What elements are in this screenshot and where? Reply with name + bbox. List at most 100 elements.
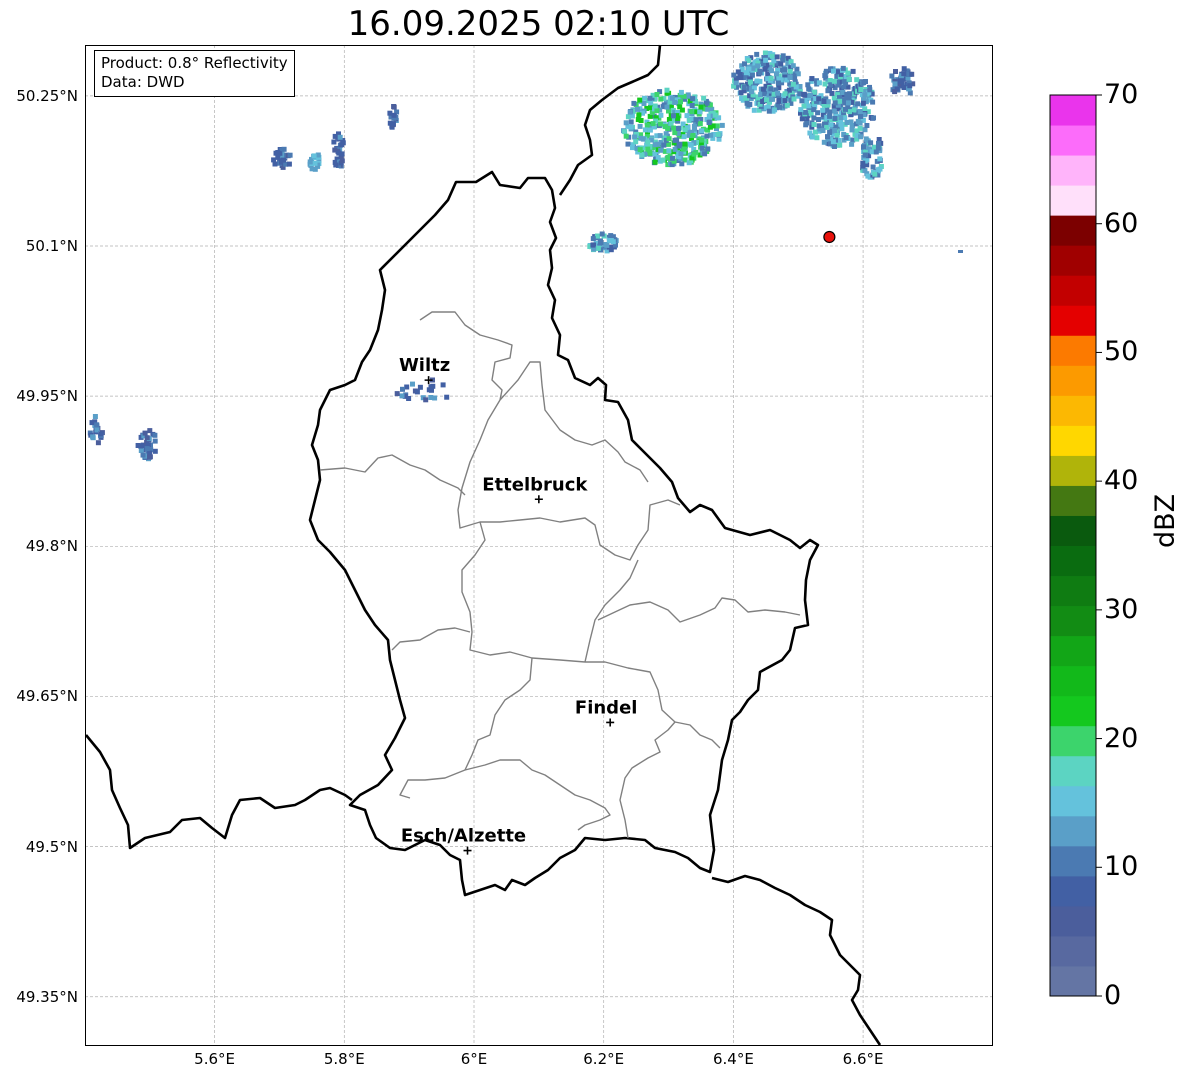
- data-source-label: Data: DWD: [101, 73, 185, 91]
- echo-pixel: [782, 91, 788, 97]
- city-marker-icon: [606, 718, 615, 727]
- canton-borders: [319, 311, 801, 839]
- echo-pixel: [635, 106, 640, 112]
- echo-pixel: [417, 384, 423, 390]
- echo-pixel: [676, 126, 681, 131]
- echo-pixel: [764, 97, 769, 103]
- echo-pixel: [697, 109, 703, 115]
- city-marker-icon: [534, 495, 543, 504]
- echo-pixel: [782, 67, 788, 73]
- colorbar-segment: [1050, 515, 1096, 546]
- echo-pixel: [889, 73, 895, 79]
- echo-pixel: [89, 420, 95, 426]
- colorbar-segment: [1050, 875, 1096, 907]
- echo-pixel: [832, 116, 838, 121]
- echo-pixel: [805, 82, 811, 88]
- echo-pixel: [428, 384, 434, 390]
- echo-pixel: [877, 156, 883, 162]
- map-frame: [85, 45, 993, 1046]
- echo-pixel: [391, 104, 397, 110]
- echo-pixel: [590, 242, 596, 248]
- echo-pixel: [657, 121, 663, 127]
- colorbar-segment: [1050, 485, 1096, 516]
- echo-pixel: [693, 117, 699, 123]
- echo-pixel: [822, 73, 828, 79]
- colorbar-segment: [1050, 575, 1096, 607]
- echo-pixel: [769, 68, 774, 74]
- echo-pixel: [857, 109, 863, 114]
- radar-map: Wiltz Ettelbruck Findel Esch/Alzette: [84, 44, 1102, 1046]
- echo-pixel: [684, 113, 690, 119]
- echo-pixel: [827, 109, 833, 115]
- echo-pixel: [831, 78, 837, 84]
- lon-tick-label: 6°E: [460, 1050, 488, 1068]
- echo-pixel: [135, 443, 141, 448]
- colorbar-segment: [1050, 365, 1096, 396]
- colorbar-tick-label: 40: [1104, 465, 1139, 497]
- echo-pixel: [286, 161, 292, 167]
- lon-tick-label: 5.6°E: [194, 1050, 236, 1068]
- echo-pixel: [858, 87, 864, 92]
- echo-pixel: [790, 81, 796, 87]
- luxembourg-border: [308, 170, 820, 897]
- echo-pixel: [760, 86, 766, 92]
- lon-tick-label: 6.2°E: [583, 1050, 625, 1068]
- echo-pixel: [627, 109, 633, 115]
- echo-pixel: [688, 142, 694, 148]
- echo-pixel: [654, 92, 660, 97]
- echo-pixel: [768, 75, 774, 81]
- echo-pixel: [98, 431, 104, 437]
- echo-pixel: [747, 79, 753, 85]
- echo-pixel: [670, 155, 675, 161]
- echo-pixel: [590, 236, 596, 242]
- echo-pixel: [399, 393, 405, 399]
- echo-pixel: [820, 107, 826, 113]
- echo-pixel: [307, 159, 313, 165]
- lat-tick-label: 50.1°N: [25, 237, 78, 255]
- colorbar-segment: [1050, 125, 1096, 156]
- echo-pixel: [664, 87, 670, 93]
- radar-site-marker: [823, 230, 836, 244]
- echo-pixel: [839, 126, 845, 132]
- colorbar-tick-label: 0: [1104, 980, 1122, 1011]
- colorbar-tick-label: 70: [1104, 79, 1139, 110]
- echo-pixel: [142, 430, 148, 436]
- echo-pixel: [799, 98, 805, 104]
- echo-pixel: [813, 129, 818, 135]
- echo-pixel: [647, 95, 653, 101]
- echo-pixel: [846, 76, 852, 82]
- echo-pixel: [312, 160, 318, 166]
- echo-pixel: [623, 133, 629, 139]
- echo-pixel: [809, 76, 815, 82]
- echo-pixel: [782, 98, 788, 104]
- echo-pixel: [892, 89, 898, 95]
- echo-pixel: [661, 142, 667, 148]
- echo-pixel: [816, 96, 822, 102]
- echo-pixel: [851, 107, 857, 113]
- product-label: Product: 0.8° Reflectivity: [101, 54, 288, 72]
- echo-pixel: [733, 80, 739, 86]
- echo-pixel: [776, 104, 782, 110]
- echo-pixel: [90, 434, 96, 440]
- colorbar-label: dBZ: [1150, 493, 1181, 548]
- echo-pixel: [862, 152, 868, 158]
- echo-pixel: [738, 75, 744, 81]
- colorbar-segment: [1050, 755, 1096, 787]
- colorbar-tick-label: 10: [1104, 851, 1139, 883]
- echo-pixel: [742, 61, 747, 67]
- echo-pixel: [658, 112, 664, 118]
- echo-pixel: [871, 115, 876, 121]
- echo-pixel: [862, 92, 868, 98]
- echo-pixel: [830, 139, 836, 145]
- echo-pixel: [144, 435, 150, 441]
- echo-pixel: [660, 157, 666, 163]
- echo-pixel: [811, 107, 817, 113]
- echo-pixel: [390, 121, 396, 127]
- echo-pixel: [657, 133, 663, 139]
- echo-pixel: [423, 397, 429, 403]
- echo-pixel: [780, 53, 786, 59]
- echo-pixel: [801, 91, 807, 97]
- echo-pixel: [837, 142, 843, 148]
- echo-pixel: [140, 452, 146, 458]
- echo-pixel: [681, 134, 687, 140]
